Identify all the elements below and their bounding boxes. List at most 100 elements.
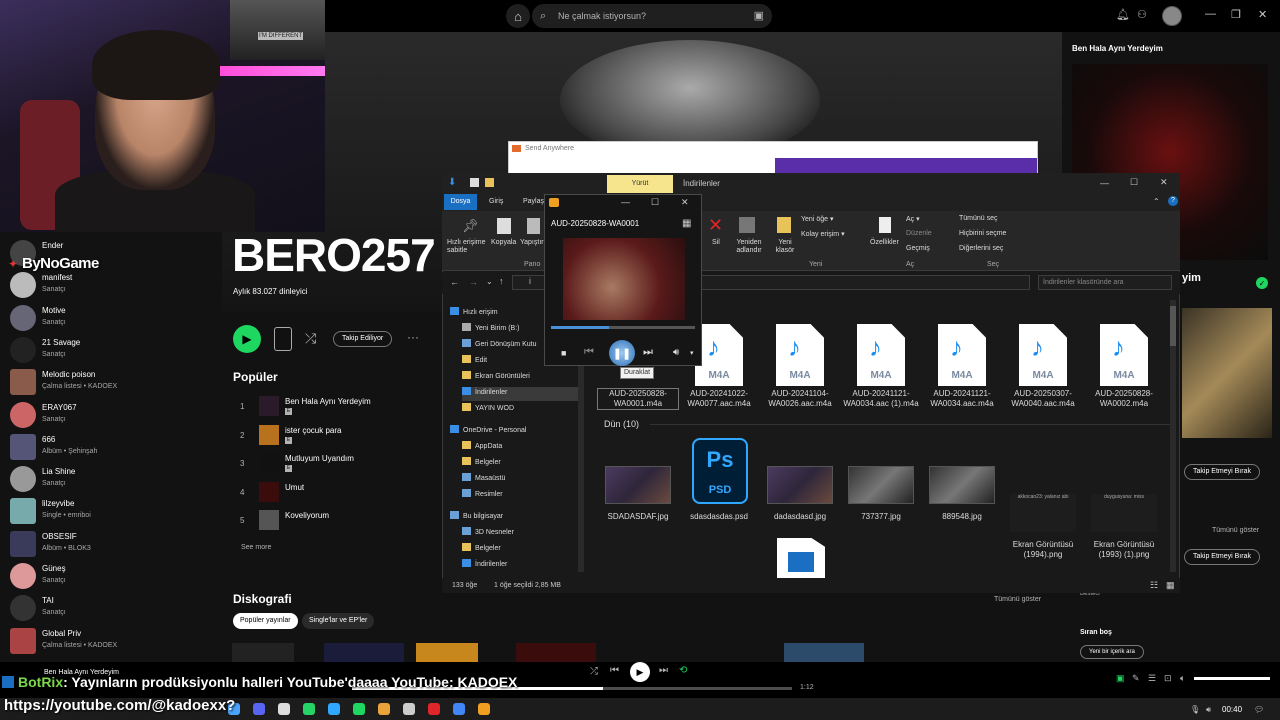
tab-home[interactable]: Giriş xyxy=(489,198,503,205)
player-minimize-icon[interactable]: — xyxy=(621,197,630,207)
shuffle-icon[interactable]: ⤮ xyxy=(305,330,316,347)
forward-icon[interactable]: → xyxy=(469,277,478,287)
library-item[interactable]: TAI Sanatçı xyxy=(10,593,210,625)
tab-share[interactable]: Paylaş xyxy=(523,198,544,205)
taskbar-clock[interactable]: 00:40 xyxy=(1222,705,1242,714)
play-pause-button[interactable]: ▶ xyxy=(630,662,650,682)
home-icon[interactable]: ⌂ xyxy=(506,4,530,28)
nav-item[interactable]: Edit xyxy=(462,355,487,369)
library-item[interactable]: Güneş Sanatçı xyxy=(10,561,210,593)
file-item[interactable]: duygusyuna: miss Ekran Görüntüsü (1993) (… xyxy=(1084,466,1164,560)
nav-item[interactable]: Ekran Görüntüleri xyxy=(462,371,530,385)
quick-properties-icon[interactable] xyxy=(470,178,479,187)
nav-item[interactable]: Belgeler xyxy=(462,543,501,557)
nav-item[interactable]: YAYIN WOD xyxy=(462,403,514,417)
video-file-icon[interactable] xyxy=(777,538,825,578)
explorer-maximize-icon[interactable]: ☐ xyxy=(1130,177,1138,188)
album-card[interactable] xyxy=(324,643,404,662)
queue-icon[interactable]: ☰ xyxy=(1148,673,1156,684)
epic-games-icon[interactable] xyxy=(278,703,290,715)
follow-button[interactable]: Takip Ediliyor xyxy=(333,331,393,347)
volume-slider[interactable] xyxy=(1194,677,1270,680)
search-input[interactable]: ⌕ Ne çalmak istiyorsun? ▣ xyxy=(532,4,772,28)
bell-icon[interactable]: 🔔︎ xyxy=(1116,8,1130,21)
file-item[interactable]: dadasdasd.jpg xyxy=(760,466,840,522)
nav-item[interactable]: İndirilenler xyxy=(462,387,580,401)
discord-icon[interactable] xyxy=(253,703,265,715)
new-folder-button[interactable]: Yeni klasör xyxy=(773,239,797,255)
more-options-icon[interactable]: ··· xyxy=(407,330,419,344)
previous-icon[interactable]: ⏮ xyxy=(584,346,594,359)
pause-button[interactable]: ❚❚ xyxy=(609,340,635,366)
paste-button[interactable]: Yapıştır xyxy=(520,239,544,246)
see-more-link[interactable]: See more xyxy=(241,544,271,551)
chrome-icon[interactable] xyxy=(453,703,465,715)
help-icon[interactable]: ? xyxy=(1168,196,1178,206)
playlist-view-icon[interactable]: ▦ xyxy=(682,218,691,229)
track-row[interactable]: 3 Mutluyum Uyandım E xyxy=(240,453,440,477)
library-item[interactable]: OBSESIF Albüm • BLOK3 xyxy=(10,529,210,561)
delete-button[interactable]: Sil xyxy=(712,239,720,246)
volume-control-icon[interactable]: 🔈︎ xyxy=(1180,673,1185,684)
notification-icon[interactable]: 💬︎ xyxy=(1254,705,1264,714)
nav-item[interactable]: Bu bilgisayar xyxy=(450,511,503,525)
select-none-button[interactable]: Hiçbirini seçme xyxy=(959,230,1006,237)
album-card[interactable] xyxy=(516,643,596,662)
library-item[interactable]: Lia Shine Sanatçı xyxy=(10,464,210,496)
file-item[interactable]: 889548.jpg xyxy=(922,466,1002,522)
chrome-icon[interactable] xyxy=(378,703,390,715)
browse-icon[interactable]: ▣ xyxy=(754,4,764,28)
minimize-icon[interactable]: — xyxy=(1205,8,1216,20)
connect-device-icon[interactable]: ⊡ xyxy=(1164,673,1172,684)
volume-icon[interactable]: 🔊︎ xyxy=(673,347,679,358)
tab-file[interactable]: Dosya xyxy=(444,194,477,210)
spotify-icon[interactable] xyxy=(353,703,365,715)
nav-item[interactable]: Hızlı erişim xyxy=(450,307,498,321)
copy-button[interactable]: Kopyala xyxy=(491,239,516,246)
file-item[interactable]: SDADASDAF.jpg xyxy=(598,466,678,522)
now-playing-view-icon[interactable]: ▣ xyxy=(1116,673,1125,684)
panel-show-all-link[interactable]: Tümünü göster xyxy=(1212,527,1259,534)
nav-item[interactable]: 3D Nesneler xyxy=(462,527,514,541)
recent-locations-icon[interactable]: ⌄ xyxy=(486,277,493,286)
library-item[interactable]: Global Priv Çalma listesi • KADOEX xyxy=(10,626,210,658)
details-view-icon[interactable]: ☷ xyxy=(1150,580,1158,591)
player-maximize-icon[interactable]: ☐ xyxy=(651,197,659,208)
media-player-icon[interactable] xyxy=(478,703,490,715)
photoshop-icon[interactable] xyxy=(328,703,340,715)
file-item[interactable]: akkocan23: yalanız abi Ekran Görüntüsü (1… xyxy=(1003,466,1083,560)
nav-item[interactable]: Belgeler xyxy=(462,457,501,471)
play-button[interactable]: ▶ xyxy=(233,325,261,353)
back-icon[interactable]: ← xyxy=(450,277,459,287)
library-item[interactable]: 21 Savage Sanatçı xyxy=(10,335,210,367)
library-item[interactable]: lilzeyvibe Single • emriboi xyxy=(10,496,210,528)
large-icons-view-icon[interactable]: ▦ xyxy=(1166,580,1175,591)
artist-thumbnail[interactable] xyxy=(274,327,292,351)
group-header-yesterday[interactable]: Dün (10) xyxy=(604,419,639,429)
track-row[interactable]: 2 ister çocuk para E xyxy=(240,424,440,449)
invert-selection-button[interactable]: Diğerlerini seç xyxy=(959,245,1003,252)
next-icon[interactable]: ⏭ xyxy=(643,346,653,359)
next-track-icon[interactable]: ⏭ xyxy=(659,665,668,676)
file-item[interactable]: ♪ M4A AUD-20250307-WA0040.aac.m4a xyxy=(1003,324,1083,409)
maximize-icon[interactable]: ❐ xyxy=(1231,8,1241,21)
history-button[interactable]: Geçmiş xyxy=(906,245,930,252)
shuffle-control-icon[interactable]: ⤮ xyxy=(590,666,598,677)
select-all-button[interactable]: Tümünü seç xyxy=(959,215,998,222)
album-card[interactable] xyxy=(416,643,478,662)
library-item[interactable]: 666 Albüm • Şehinşah xyxy=(10,432,210,464)
library-item[interactable]: manifest Sanatçı xyxy=(10,270,210,302)
file-item[interactable]: ♪ M4A AUD-20241121-WA0034.aac.m4a xyxy=(922,324,1002,409)
easy-access-button[interactable]: Kolay erişim ▾ xyxy=(801,230,845,238)
search-content-button[interactable]: Yeni bir içerik ara xyxy=(1080,645,1144,659)
close-icon[interactable]: ✕ xyxy=(1258,8,1267,21)
new-item-button[interactable]: Yeni öğe ▾ xyxy=(801,215,833,223)
avatar[interactable] xyxy=(1162,6,1182,26)
previous-track-icon[interactable]: ⏮ xyxy=(610,665,619,676)
file-item[interactable]: ♪ M4A AUD-20250828-WA0002.m4a xyxy=(1084,324,1164,409)
library-item[interactable]: Melodic poison Çalma listesi • KADOEX xyxy=(10,367,210,399)
file-item[interactable]: 737377.jpg xyxy=(841,466,921,522)
speaker-icon[interactable]: 🔊︎ xyxy=(1206,705,1211,715)
folder-search-input[interactable]: İndirilenler klasöründe ara xyxy=(1038,275,1172,290)
opera-icon[interactable] xyxy=(428,703,440,715)
